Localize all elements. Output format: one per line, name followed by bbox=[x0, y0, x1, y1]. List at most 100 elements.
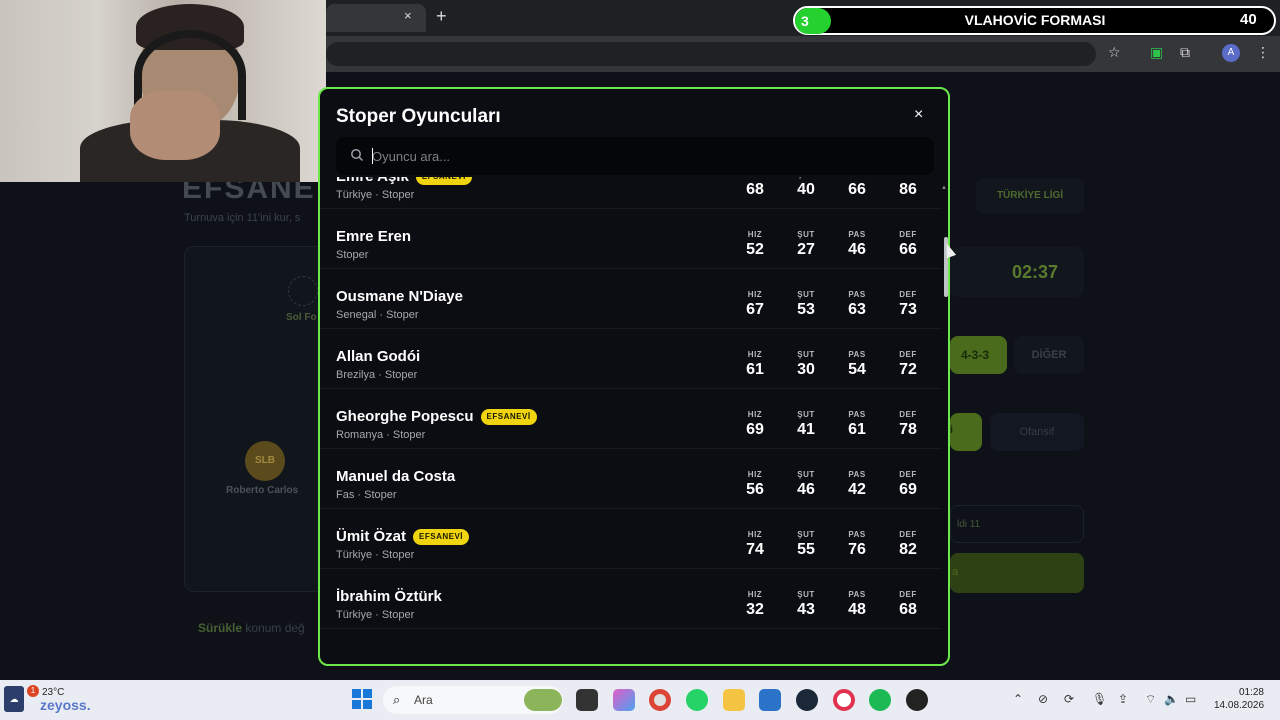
stat-value: 66 bbox=[848, 181, 866, 198]
microphone-icon[interactable]: 🎙 bbox=[1092, 692, 1107, 706]
player-avatar-name: Roberto Carlos bbox=[226, 485, 299, 496]
profile-avatar[interactable]: A bbox=[1222, 44, 1240, 62]
spotify-icon[interactable] bbox=[869, 689, 891, 711]
stat-value: 69 bbox=[746, 421, 764, 438]
stat-label: ŞUT bbox=[797, 590, 815, 599]
player-name: Emre Eren bbox=[336, 228, 412, 245]
clock-time: 01:28 bbox=[1238, 687, 1264, 698]
player-name-line: Allan Godói bbox=[336, 348, 420, 365]
stat-value: 52 bbox=[746, 241, 764, 258]
formation-433-button[interactable]: 4-3-3 bbox=[950, 336, 1007, 374]
new-tab-button[interactable]: + bbox=[436, 6, 447, 27]
primary-action-label: a bbox=[952, 566, 959, 578]
taskbar-search-label: Ara bbox=[414, 693, 433, 707]
stat-label: PAS bbox=[837, 177, 877, 179]
player-meta: Senegal · Stoper bbox=[336, 309, 419, 321]
search-icon bbox=[351, 149, 364, 162]
stat-value: 72 bbox=[899, 361, 917, 378]
player-list[interactable]: Emre AşıkEFSANEVİTürkiye · StoperHIZ68ŞU… bbox=[320, 177, 942, 664]
taskbar-clock[interactable]: 01:28 14.08.2026 bbox=[1214, 686, 1264, 712]
stat-value: 78 bbox=[899, 421, 917, 438]
player-row[interactable]: Gheorghe Popescu EFSANEVİ Romanya · Stoper… bbox=[320, 389, 942, 449]
empty-slot[interactable] bbox=[288, 276, 318, 306]
formation-other-button[interactable]: DİĞER bbox=[1014, 336, 1084, 374]
bookmark-star-icon[interactable]: ☆ bbox=[1108, 44, 1121, 61]
player-meta: Fas · Stoper bbox=[336, 489, 397, 501]
stat-value: 43 bbox=[797, 601, 815, 618]
player-avatar[interactable]: SLB bbox=[245, 441, 285, 481]
stat-value: 41 bbox=[797, 421, 815, 438]
steam-icon[interactable] bbox=[796, 689, 818, 711]
player-name-line: Manuel da Costa bbox=[336, 468, 455, 485]
player-name-line: Emre Eren bbox=[336, 228, 411, 245]
player-row[interactable]: Manuel da Costa Fas · Stoper HIZ 56 ŞUT 46 PAS… bbox=[320, 449, 942, 509]
player-row[interactable]: İbrahim Öztürk Türkiye · Stoper HIZ 32 ŞUT 43… bbox=[320, 569, 942, 629]
close-tab-icon[interactable]: × bbox=[404, 8, 412, 23]
tray-update-icon[interactable]: ⇪ bbox=[1118, 692, 1128, 706]
stat-label: HIZ bbox=[747, 590, 763, 599]
tray-sync-icon[interactable]: ⟳ bbox=[1064, 692, 1074, 706]
primary-action-button[interactable]: a bbox=[950, 553, 1084, 593]
copilot-icon[interactable] bbox=[613, 689, 635, 711]
stat-label: HIZ bbox=[747, 470, 763, 479]
stat-def: DEF 72 bbox=[888, 350, 928, 379]
extensions-puzzle-icon[interactable]: ⧉ bbox=[1180, 44, 1190, 61]
player-name-line: Ousmane N'Diaye bbox=[336, 288, 463, 305]
stat-sut: ŞUT 40 bbox=[786, 177, 826, 199]
player-name-line: İbrahim Öztürk bbox=[336, 588, 442, 605]
file-explorer-icon[interactable] bbox=[723, 689, 745, 711]
player-name: Gheorghe Popescu bbox=[336, 408, 474, 425]
stat-value: 55 bbox=[797, 541, 815, 558]
stat-value: 68 bbox=[746, 181, 764, 198]
widget-image-icon[interactable] bbox=[524, 689, 562, 711]
player-row[interactable]: Allan Godói Brezilya · Stoper HIZ 61 ŞUT 30 PA… bbox=[320, 329, 942, 389]
stat-label: ŞUT bbox=[797, 410, 815, 419]
stat-hiz: HIZ 52 bbox=[735, 230, 775, 259]
player-name: Allan Godói bbox=[336, 348, 421, 365]
weather-widget-icon[interactable]: ☁ bbox=[4, 686, 24, 712]
stat-label: DEF bbox=[899, 230, 917, 239]
stream-goal-badge: 3 bbox=[795, 8, 831, 34]
extension-icon[interactable]: ▣ bbox=[1150, 44, 1163, 61]
search-box[interactable] bbox=[336, 137, 934, 175]
stat-label: PAS bbox=[848, 410, 866, 419]
stat-label: PAS bbox=[848, 230, 866, 239]
player-meta: Romanya · Stoper bbox=[336, 429, 426, 441]
league-button[interactable]: TÜRKİYE LİGİ bbox=[976, 178, 1084, 214]
player-row[interactable]: Emre Eren Stoper HIZ 52 ŞUT 27 PAS 46 DEF 66 bbox=[320, 209, 942, 269]
task-view-icon[interactable] bbox=[576, 689, 598, 711]
stat-value: 46 bbox=[848, 241, 866, 258]
stat-label: PAS bbox=[848, 350, 866, 359]
obs-icon[interactable] bbox=[906, 689, 928, 711]
stat-sut: ŞUT 27 bbox=[786, 230, 826, 259]
style-ofansif-button[interactable]: Ofansif bbox=[990, 413, 1084, 451]
opera-icon[interactable] bbox=[833, 689, 855, 711]
address-bar[interactable] bbox=[326, 42, 1096, 66]
player-meta: Brezilya · Stoper bbox=[336, 369, 418, 381]
volume-icon[interactable]: 🔈 bbox=[1164, 692, 1179, 706]
chrome-icon[interactable] bbox=[649, 689, 671, 711]
search-input[interactable] bbox=[372, 137, 922, 175]
battery-icon[interactable]: ▭ bbox=[1185, 692, 1196, 706]
stat-value: 76 bbox=[848, 541, 866, 558]
windows-start-icon[interactable] bbox=[352, 689, 372, 709]
scroll-up-arrow-icon[interactable]: ▲ bbox=[941, 185, 947, 191]
stat-value: 73 bbox=[899, 301, 917, 318]
wifi-icon[interactable]: ⌔ bbox=[1145, 692, 1156, 707]
whatsapp-icon[interactable] bbox=[686, 689, 708, 711]
store-icon[interactable] bbox=[759, 689, 781, 711]
tray-app-icon[interactable]: ⊘ bbox=[1038, 692, 1048, 706]
browser-menu-icon[interactable]: ⋮ bbox=[1256, 44, 1270, 61]
stat-value: 86 bbox=[899, 181, 917, 198]
player-row[interactable]: Ümit Özat EFSANEVİ Türkiye · Stoper HIZ 74 ŞU… bbox=[320, 509, 942, 569]
tray-expand-icon[interactable]: ⌃ bbox=[1013, 692, 1023, 706]
stat-label: DEF bbox=[899, 470, 917, 479]
player-row[interactable]: Emre Aşık EFSANEVİTürkiye · Stoper HIZ 68 ŞU… bbox=[320, 177, 942, 209]
stat-label: HIZ bbox=[735, 177, 775, 179]
player-row[interactable]: Ousmane N'Diaye Senegal · Stoper HIZ 67 ŞUT 5… bbox=[320, 269, 942, 329]
style-button-selected[interactable]: i bbox=[950, 413, 982, 451]
stat-def: DEF 66 bbox=[888, 230, 928, 259]
stat-label: DEF bbox=[899, 290, 917, 299]
close-icon[interactable]: × bbox=[914, 106, 923, 124]
stat-pas: PAS 48 bbox=[837, 590, 877, 619]
